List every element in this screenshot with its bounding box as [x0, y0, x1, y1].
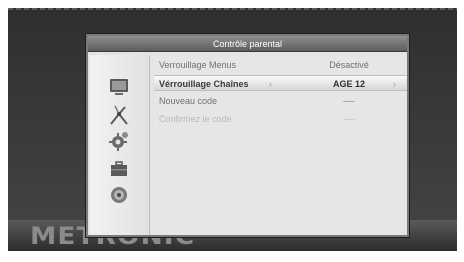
toolbox-icon[interactable]	[108, 158, 130, 180]
channel-lock-label: Vérrouillage Chaînes	[159, 79, 249, 89]
arrow-right-icon[interactable]: ›	[393, 76, 396, 92]
menu-icon-sidebar	[90, 55, 150, 235]
menu-lock-value: Désactivé	[329, 60, 369, 70]
dialog-title: Contrôle parental	[88, 36, 407, 52]
disc-icon[interactable]	[108, 184, 130, 206]
menu-lock-label: Verrouillage Menus	[159, 60, 237, 70]
new-code-value: ----	[343, 96, 355, 106]
settings-list: Verrouillage Menus Désactivé Vérrouillag…	[154, 55, 407, 235]
settings-gear-icon[interactable]	[108, 130, 130, 152]
channel-lock-value: AGE 12	[332, 79, 365, 89]
confirm-code-label: Confirmez le code	[159, 114, 232, 124]
confirm-code-row: Confirmez le code ----	[154, 111, 407, 127]
menu-lock-row[interactable]: Verrouillage Menus Désactivé	[154, 57, 407, 73]
tv-screen: METRONIC Contrôle parental	[8, 8, 457, 251]
tv-icon[interactable]	[108, 76, 130, 98]
confirm-code-value: ----	[343, 114, 355, 124]
new-code-label: Nouveau code	[159, 96, 218, 106]
parental-control-dialog: Contrôle parental Verrouillage Menus Dés…	[86, 34, 409, 237]
channel-lock-row[interactable]: Vérrouillage Chaînes ‹ AGE 12 ›	[154, 75, 407, 91]
top-menu-strip	[8, 8, 457, 10]
antenna-icon[interactable]	[108, 104, 130, 126]
arrow-left-icon[interactable]: ‹	[269, 76, 272, 92]
new-code-row[interactable]: Nouveau code ----	[154, 93, 407, 109]
